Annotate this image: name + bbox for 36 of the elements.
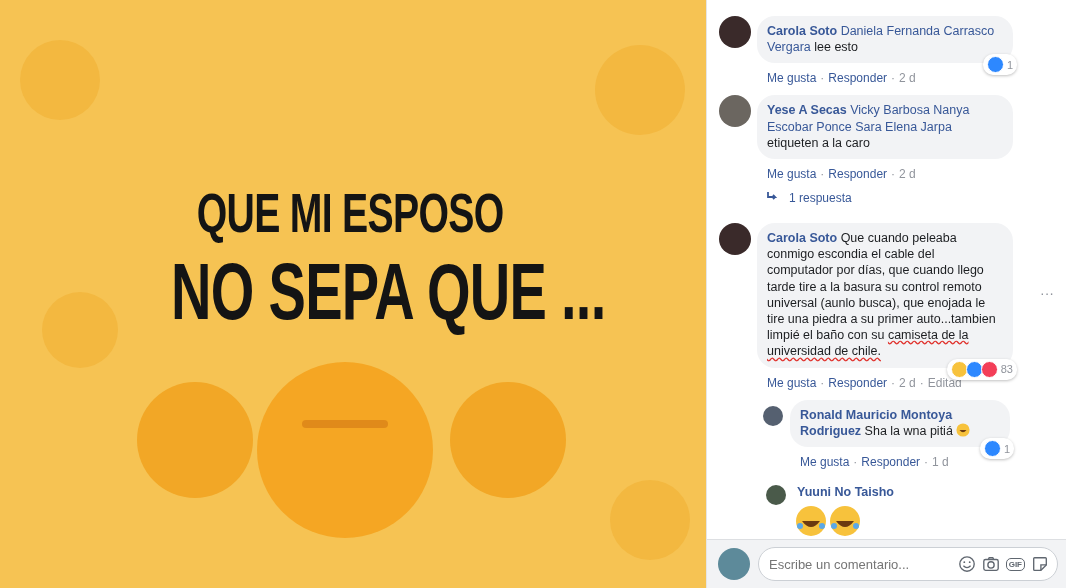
comment-text: Yuuni No Taisho (796, 484, 895, 502)
comment-time: 2 d (899, 375, 916, 390)
comment-action[interactable]: Responder (861, 455, 921, 470)
separator-dot: · (820, 375, 825, 390)
replies-link[interactable]: 1 respuesta (789, 191, 1013, 205)
separator-dot: · (820, 167, 825, 181)
gif-button[interactable]: GIF (1005, 557, 1025, 571)
separator-dot: · (891, 71, 896, 86)
avatar[interactable] (719, 16, 751, 48)
separator-dot: · (891, 167, 896, 181)
separator-dot: · (891, 375, 896, 390)
avatar[interactable] (719, 223, 751, 255)
comment-time: 2 d (899, 167, 916, 181)
comment-time: 1 d (932, 455, 949, 470)
comment-action[interactable]: Me gusta (767, 375, 817, 390)
avatar[interactable] (763, 405, 783, 426)
reply-arrow-icon (767, 191, 779, 201)
comment-action[interactable]: Me gusta (800, 455, 850, 470)
sticker-icon[interactable] (1031, 555, 1049, 573)
image-caption: NO SEPA QUE ... (170, 246, 606, 338)
comment-text: Yese A Secas Vicky Barbosa Nanya Escobar Ponce Sara Elena Jarpa etiqueten a la caro (757, 95, 1013, 159)
comment-action[interactable]: Me gusta (767, 167, 817, 181)
image-caption: QUE MI ESPOSO (196, 180, 504, 246)
smiley-icon[interactable] (957, 555, 976, 573)
avatar[interactable] (766, 485, 786, 506)
comment-time: 2 d (899, 71, 916, 86)
comment-action[interactable]: Responder (828, 71, 888, 86)
comment-field[interactable]: Escribe un comentario... GIF (758, 547, 1058, 581)
separator-dot: · (820, 71, 825, 86)
separator-dot: · (919, 375, 924, 390)
comment-action[interactable]: Me gusta (767, 71, 817, 86)
comment-action[interactable]: Responder (828, 375, 888, 390)
camera-icon[interactable] (981, 555, 1000, 573)
comment-action[interactable]: Responder (828, 167, 888, 181)
separator-dot: · (853, 455, 858, 470)
separator-dot: · (924, 455, 929, 470)
